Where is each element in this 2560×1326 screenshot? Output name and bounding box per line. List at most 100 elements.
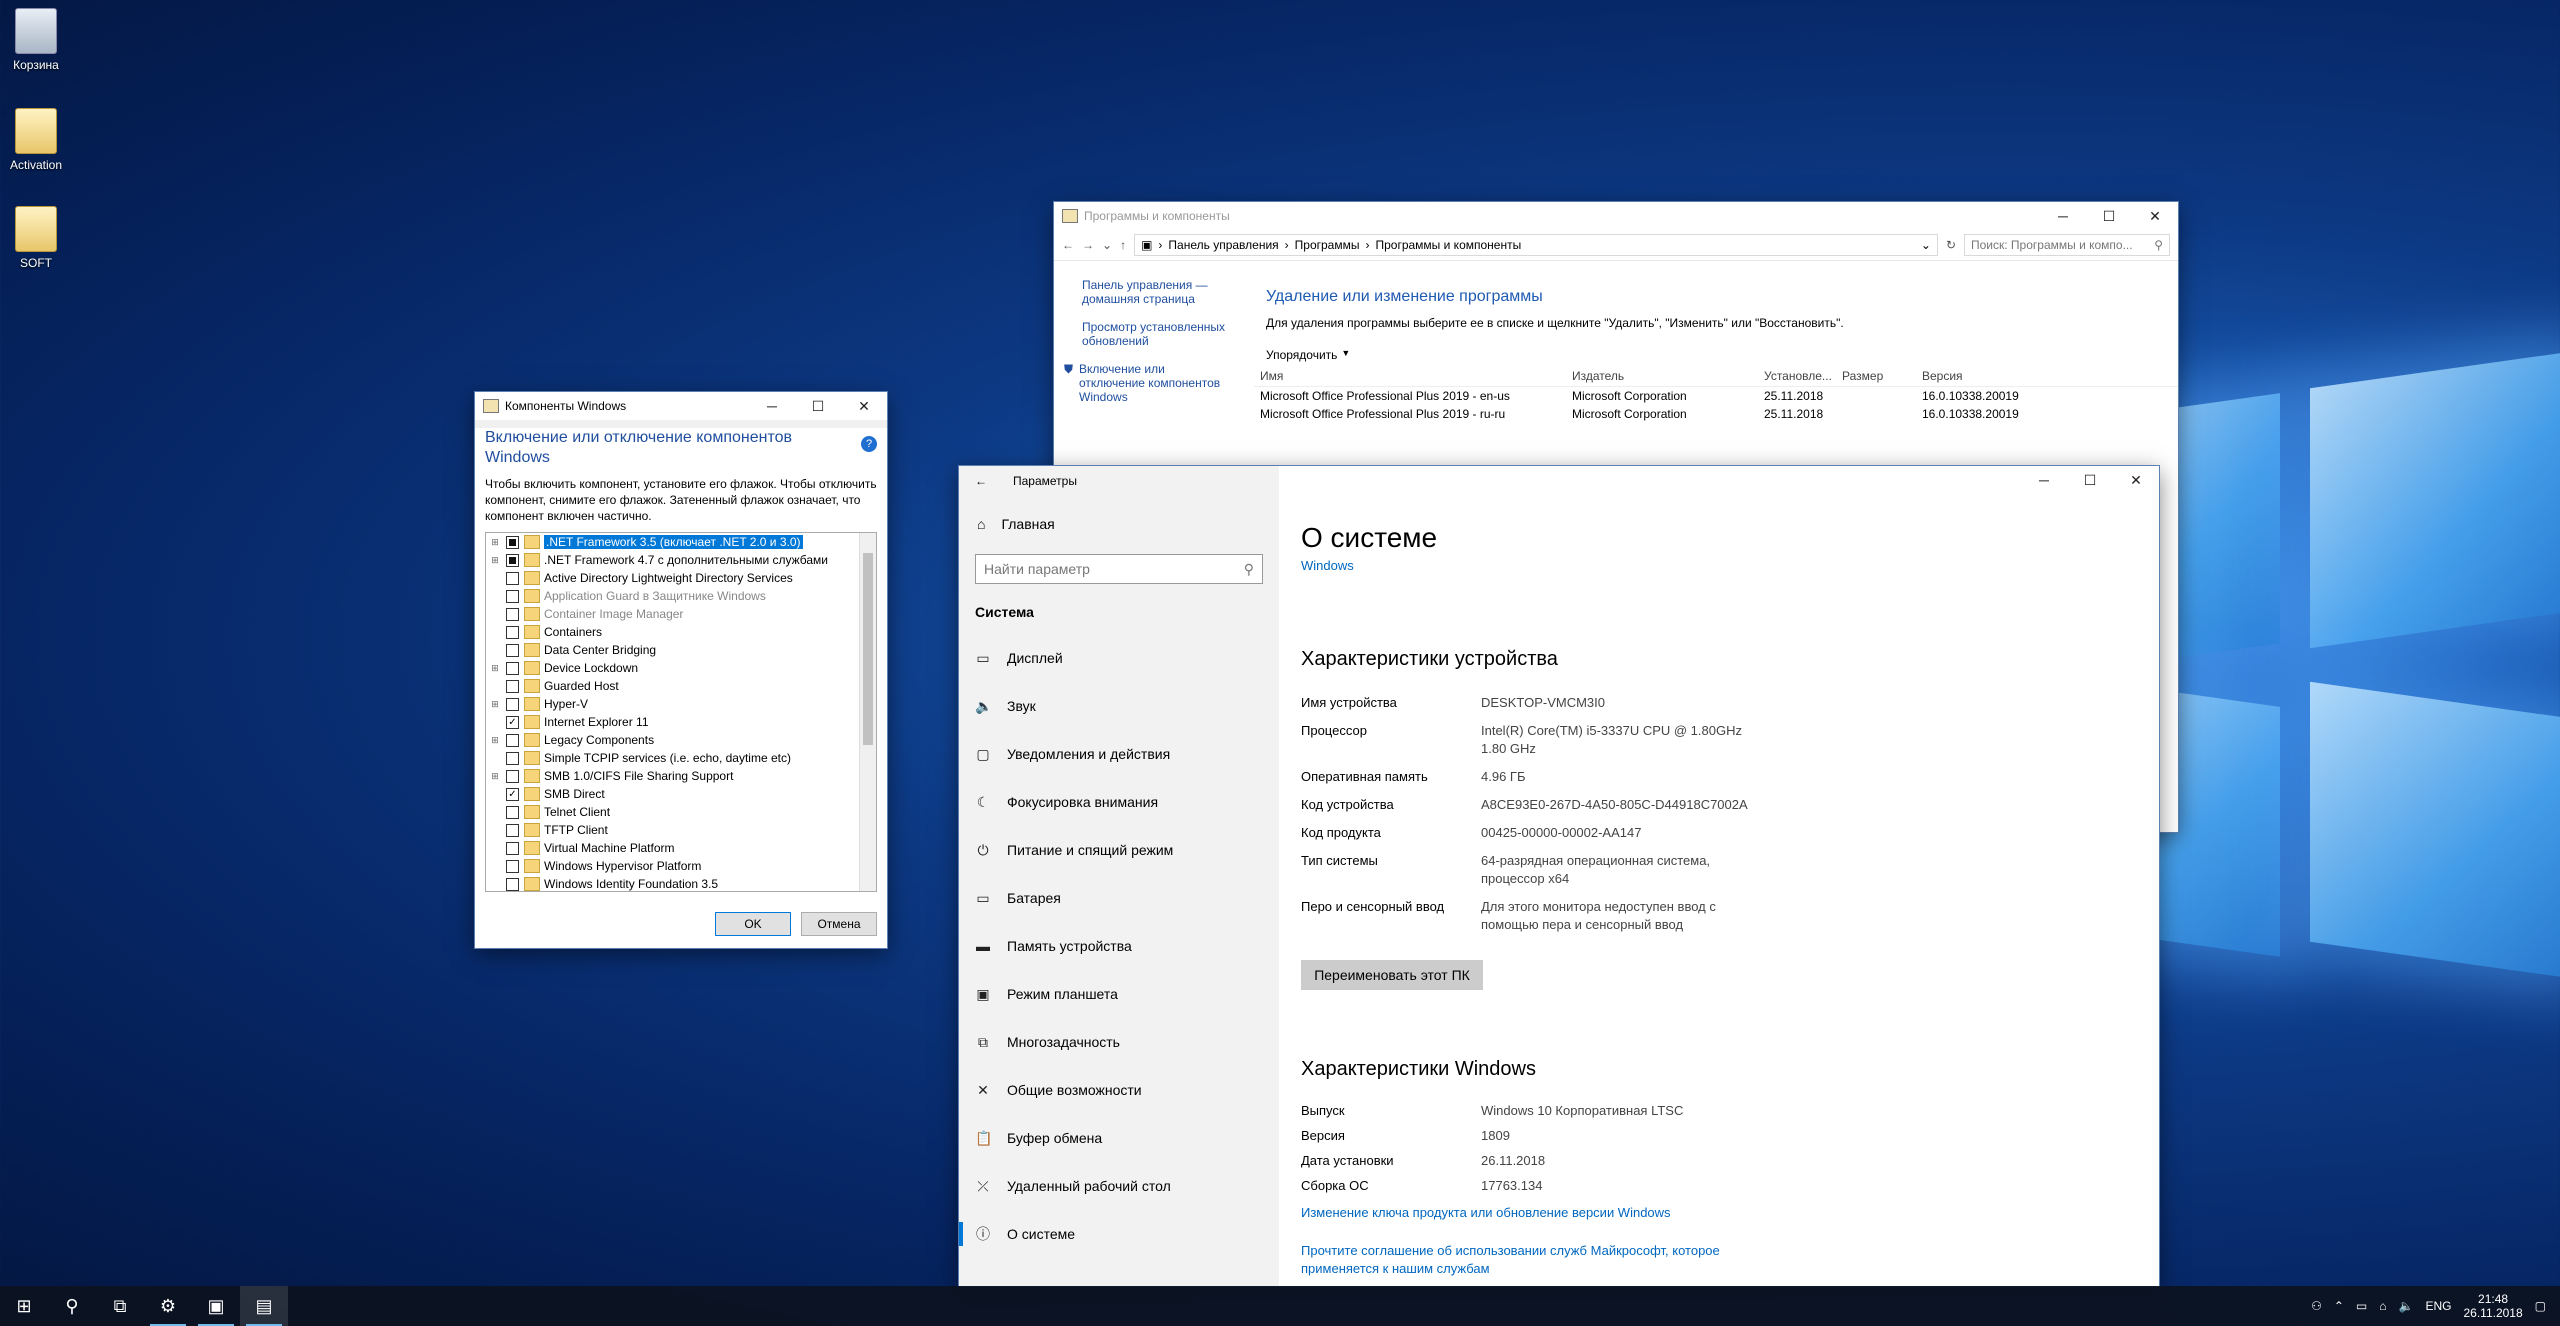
search-icon[interactable]: ⚲ xyxy=(48,1286,96,1326)
settings-gear-icon[interactable]: ⚙ xyxy=(144,1286,192,1326)
task-view-icon[interactable]: ⧉ xyxy=(96,1286,144,1326)
expand-icon[interactable]: ⊞ xyxy=(490,735,500,746)
desktop-icon-recycle-bin[interactable]: Корзина xyxy=(1,8,71,72)
chevron-up-icon[interactable]: ⌃ xyxy=(2334,1299,2344,1313)
column-header-installed[interactable]: Установле... xyxy=(1758,369,1836,383)
nav-item[interactable]: ⏻ Питание и спящий режим xyxy=(959,826,1279,874)
battery-icon[interactable]: ▭ xyxy=(2356,1299,2367,1313)
feature-row[interactable]: Virtual Machine Platform xyxy=(486,839,876,857)
up-arrow-icon[interactable]: ↑ xyxy=(1120,238,1126,252)
nav-item[interactable]: 🔈 Звук xyxy=(959,682,1279,730)
desktop-icon-soft[interactable]: SOFT xyxy=(1,206,71,270)
expand-icon[interactable]: ⊞ xyxy=(490,771,500,782)
feature-row[interactable]: ⊞ Hyper-V xyxy=(486,695,876,713)
feature-checkbox[interactable] xyxy=(506,553,519,567)
feature-checkbox[interactable] xyxy=(506,805,519,819)
feature-row[interactable]: ⊞ Device Lockdown xyxy=(486,659,876,677)
maximize-button[interactable]: ☐ xyxy=(2086,202,2132,230)
scrollbar-thumb[interactable] xyxy=(863,553,873,745)
feature-row[interactable]: ⊞ Legacy Components xyxy=(486,731,876,749)
nav-item[interactable]: ⓘ О системе xyxy=(959,1210,1279,1258)
clock[interactable]: 21:48 26.11.2018 xyxy=(2463,1292,2522,1320)
start-button[interactable]: ⊞ xyxy=(0,1286,48,1326)
link-view-updates[interactable]: Просмотр установленных обновлений xyxy=(1082,320,1232,348)
table-row[interactable]: Microsoft Office Professional Plus 2019 … xyxy=(1254,387,2178,405)
feature-checkbox[interactable] xyxy=(506,625,519,639)
nav-item[interactable]: ▬ Память устройства xyxy=(959,922,1279,970)
feature-row[interactable]: Windows Hypervisor Platform xyxy=(486,857,876,875)
feature-checkbox[interactable] xyxy=(506,733,519,747)
minimize-button[interactable]: ─ xyxy=(2021,466,2067,494)
nav-item[interactable]: ▣ Режим планшета xyxy=(959,970,1279,1018)
nav-item[interactable]: ✕ Общие возможности xyxy=(959,1066,1279,1114)
feature-row[interactable]: Data Center Bridging xyxy=(486,641,876,659)
breadcrumb-item[interactable]: Панель управления xyxy=(1168,238,1278,252)
services-agreement-link[interactable]: Прочтите соглашение об использовании слу… xyxy=(1301,1242,1721,1278)
back-arrow-icon[interactable]: ← xyxy=(975,474,987,488)
nav-item[interactable]: ▭ Дисплей xyxy=(959,634,1279,682)
control-panel-taskbar-icon[interactable]: ▣ xyxy=(192,1286,240,1326)
close-button[interactable]: ✕ xyxy=(2132,202,2178,230)
change-product-key-link[interactable]: Изменение ключа продукта или обновление … xyxy=(1301,1204,1671,1222)
search-input[interactable]: Поиск: Программы и компо... ⚲ xyxy=(1964,234,2170,256)
refresh-icon[interactable]: ↻ xyxy=(1946,238,1956,252)
nav-item[interactable]: ▢ Уведомления и действия xyxy=(959,730,1279,778)
notifications-icon[interactable]: ▢ xyxy=(2535,1299,2546,1313)
close-button[interactable]: ✕ xyxy=(841,392,887,420)
column-header-name[interactable]: Имя xyxy=(1254,369,1566,383)
feature-checkbox[interactable]: ✓ xyxy=(506,787,519,801)
feature-row[interactable]: ✓ SMB Direct xyxy=(486,785,876,803)
breadcrumb-item[interactable]: Программы и компоненты xyxy=(1375,238,1521,252)
chevron-down-icon[interactable]: ⌄ xyxy=(1921,238,1931,252)
column-header-size[interactable]: Размер xyxy=(1836,369,1916,383)
table-row[interactable]: Microsoft Office Professional Plus 2019 … xyxy=(1254,405,2178,423)
feature-checkbox[interactable] xyxy=(506,877,519,891)
link-control-panel-home[interactable]: Панель управления — домашняя страница xyxy=(1082,278,1222,306)
feature-row[interactable]: Containers xyxy=(486,623,876,641)
expand-icon[interactable]: ⊞ xyxy=(490,699,500,710)
feature-checkbox[interactable] xyxy=(506,841,519,855)
maximize-button[interactable]: ☐ xyxy=(795,392,841,420)
search-input[interactable]: Найти параметр ⚲ xyxy=(975,554,1263,584)
nav-item[interactable]: 📋 Буфер обмена xyxy=(959,1114,1279,1162)
feature-row[interactable]: Application Guard в Защитнике Windows xyxy=(486,587,876,605)
link-windows-features[interactable]: ⛊ Включение или отключение компонентов W… xyxy=(1064,362,1230,404)
feature-checkbox[interactable] xyxy=(506,661,519,675)
address-bar[interactable]: ▣ › Панель управления › Программы › Прог… xyxy=(1134,234,1938,256)
feature-row[interactable]: Simple TCPIP services (i.e. echo, daytim… xyxy=(486,749,876,767)
feature-row[interactable]: TFTP Client xyxy=(486,821,876,839)
desktop-icon-activation[interactable]: Activation xyxy=(1,108,71,172)
feature-checkbox[interactable] xyxy=(506,769,519,783)
feature-row[interactable]: Guarded Host xyxy=(486,677,876,695)
expand-icon[interactable]: ⊞ xyxy=(490,663,500,674)
column-header-publisher[interactable]: Издатель xyxy=(1566,369,1758,383)
nav-item[interactable]: ▭ Батарея xyxy=(959,874,1279,922)
back-arrow-icon[interactable]: ← xyxy=(1062,238,1074,252)
feature-checkbox[interactable] xyxy=(506,535,519,549)
page-subtitle-link[interactable]: Windows xyxy=(1301,558,2159,573)
feature-row[interactable]: Windows Identity Foundation 3.5 xyxy=(486,875,876,891)
nav-home[interactable]: ⌂ Главная xyxy=(959,508,1279,540)
feature-checkbox[interactable] xyxy=(506,697,519,711)
close-button[interactable]: ✕ xyxy=(2113,466,2159,494)
feature-row[interactable]: ⊞ SMB 1.0/CIFS File Sharing Support xyxy=(486,767,876,785)
feature-row[interactable]: Active Directory Lightweight Directory S… xyxy=(486,569,876,587)
feature-checkbox[interactable] xyxy=(506,823,519,837)
maximize-button[interactable]: ☐ xyxy=(2067,466,2113,494)
chevron-down-icon[interactable]: ⌄ xyxy=(1102,238,1112,252)
scrollbar[interactable] xyxy=(859,533,876,891)
feature-row[interactable]: ⊞ .NET Framework 4.7 с дополнительными сл… xyxy=(486,551,876,569)
rename-pc-button[interactable]: Переименовать этот ПК xyxy=(1301,960,1483,990)
feature-checkbox[interactable]: ✓ xyxy=(506,715,519,729)
people-icon[interactable]: ⚇ xyxy=(2311,1299,2322,1313)
nav-item[interactable]: ⧉ Многозадачность xyxy=(959,1018,1279,1066)
feature-row[interactable]: ✓ Internet Explorer 11 xyxy=(486,713,876,731)
feature-row[interactable]: Telnet Client xyxy=(486,803,876,821)
feature-checkbox[interactable] xyxy=(506,643,519,657)
nav-item[interactable]: ☾ Фокусировка внимания xyxy=(959,778,1279,826)
ok-button[interactable]: OK xyxy=(715,912,791,936)
feature-checkbox[interactable] xyxy=(506,589,519,603)
feature-checkbox[interactable] xyxy=(506,679,519,693)
feature-checkbox[interactable] xyxy=(506,571,519,585)
breadcrumb-item[interactable]: Программы xyxy=(1295,238,1360,252)
